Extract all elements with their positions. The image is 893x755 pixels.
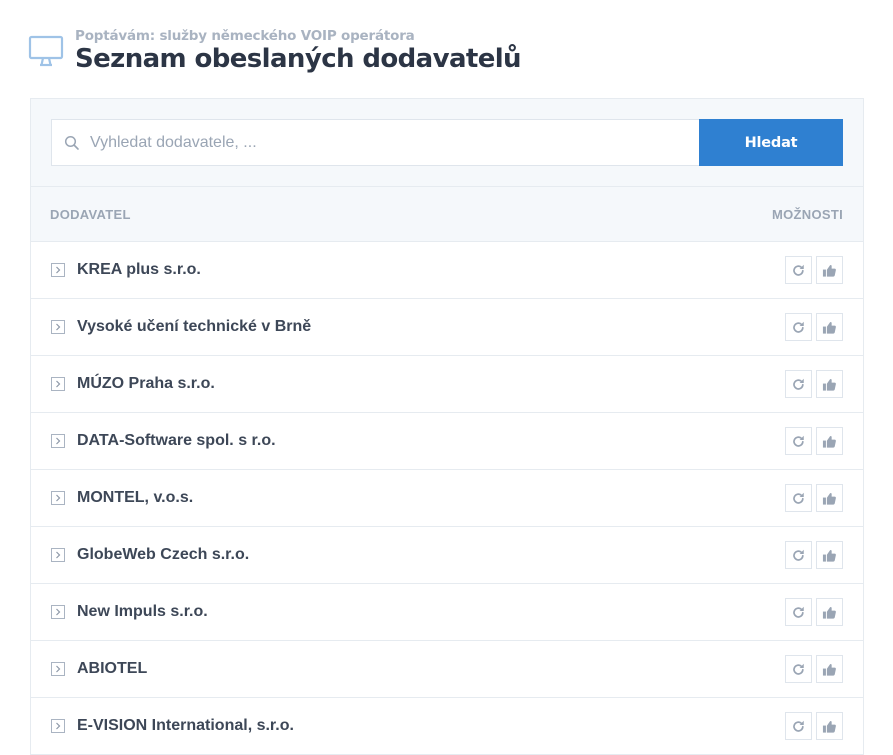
monitor-icon (28, 35, 64, 67)
approve-button[interactable] (816, 484, 843, 512)
page-subtitle: Poptávám: služby německého VOIP operátor… (75, 28, 415, 44)
resend-button[interactable] (785, 655, 812, 683)
resend-button[interactable] (785, 427, 812, 455)
row-actions (785, 427, 843, 455)
table-row: MONTEL, v.o.s. (31, 470, 863, 527)
chevron-right-box-icon[interactable] (51, 377, 65, 391)
approve-button[interactable] (816, 541, 843, 569)
supplier-name[interactable]: DATA-Software spol. s r.o. (77, 432, 276, 450)
thumbs-up-icon (822, 378, 836, 391)
header-text: Poptávám: služby německého VOIP operátor… (75, 27, 522, 74)
table-row: KREA plus s.r.o. (31, 242, 863, 299)
column-header-options: MOŽNOSTI (771, 206, 843, 222)
chevron-right-box-icon[interactable] (51, 662, 65, 676)
resend-button[interactable] (785, 541, 812, 569)
search-area: Hledat (31, 99, 863, 187)
refresh-icon (793, 606, 804, 618)
resend-button[interactable] (785, 484, 812, 512)
supplier-name[interactable]: KREA plus s.r.o. (77, 261, 201, 279)
supplier-name[interactable]: MÚZO Praha s.r.o. (77, 375, 215, 393)
row-left: KREA plus s.r.o. (51, 261, 201, 279)
row-left: Vysoké učení technické v Brně (51, 318, 311, 336)
row-left: E-VISION International, s.r.o. (51, 717, 294, 735)
refresh-icon (793, 264, 804, 276)
row-actions (785, 655, 843, 683)
approve-button[interactable] (816, 256, 843, 284)
refresh-icon (793, 321, 804, 333)
approve-button[interactable] (816, 598, 843, 626)
table-row: GlobeWeb Czech s.r.o. (31, 527, 863, 584)
supplier-name[interactable]: GlobeWeb Czech s.r.o. (77, 546, 249, 564)
row-actions (785, 484, 843, 512)
table-row: Vysoké učení technické v Brně (31, 299, 863, 356)
chevron-right-box-icon[interactable] (51, 434, 65, 448)
chevron-right-box-icon[interactable] (51, 491, 65, 505)
row-actions (785, 598, 843, 626)
thumbs-up-icon (822, 549, 836, 562)
row-actions (785, 541, 843, 569)
thumbs-up-icon (822, 606, 836, 619)
page-header: Poptávám: služby německého VOIP operátor… (28, 27, 522, 75)
table-row: E-VISION International, s.r.o. (31, 698, 863, 755)
chevron-right-box-icon[interactable] (51, 719, 65, 733)
list-header: DODAVATEL MOŽNOSTI (31, 187, 863, 242)
resend-button[interactable] (785, 313, 812, 341)
refresh-icon (793, 663, 804, 675)
approve-button[interactable] (816, 370, 843, 398)
chevron-right-box-icon[interactable] (51, 320, 65, 334)
thumbs-up-icon (822, 492, 836, 505)
table-row: MÚZO Praha s.r.o. (31, 356, 863, 413)
row-left: ABIOTEL (51, 660, 147, 678)
resend-button[interactable] (785, 370, 812, 398)
search-button[interactable]: Hledat (699, 119, 843, 166)
supplier-name[interactable]: ABIOTEL (77, 660, 147, 678)
supplier-list: KREA plus s.r.o. Vysoké učení technické (31, 242, 863, 755)
resend-button[interactable] (785, 598, 812, 626)
row-left: DATA-Software spol. s r.o. (51, 432, 276, 450)
row-actions (785, 313, 843, 341)
row-left: GlobeWeb Czech s.r.o. (51, 546, 249, 564)
approve-button[interactable] (816, 313, 843, 341)
table-row: New Impuls s.r.o. (31, 584, 863, 641)
search-input[interactable] (90, 127, 670, 158)
resend-button[interactable] (785, 712, 812, 740)
approve-button[interactable] (816, 655, 843, 683)
row-left: New Impuls s.r.o. (51, 603, 208, 621)
search-icon (64, 135, 79, 150)
thumbs-up-icon (822, 321, 836, 334)
row-actions (785, 712, 843, 740)
thumbs-up-icon (822, 264, 836, 277)
supplier-name[interactable]: Vysoké učení technické v Brně (77, 318, 311, 336)
row-left: MÚZO Praha s.r.o. (51, 375, 215, 393)
refresh-icon (793, 435, 804, 447)
table-row: DATA-Software spol. s r.o. (31, 413, 863, 470)
chevron-right-box-icon[interactable] (51, 605, 65, 619)
supplier-name[interactable]: MONTEL, v.o.s. (77, 489, 193, 507)
refresh-icon (793, 492, 804, 504)
chevron-right-box-icon[interactable] (51, 263, 65, 277)
refresh-icon (793, 720, 804, 732)
row-actions (785, 370, 843, 398)
chevron-right-box-icon[interactable] (51, 548, 65, 562)
supplier-name[interactable]: E-VISION International, s.r.o. (77, 717, 294, 735)
suppliers-panel: Hledat DODAVATEL MOŽNOSTI KREA plus s.r.… (30, 98, 864, 755)
resend-button[interactable] (785, 256, 812, 284)
approve-button[interactable] (816, 712, 843, 740)
thumbs-up-icon (822, 720, 836, 733)
table-row: ABIOTEL (31, 641, 863, 698)
thumbs-up-icon (822, 435, 836, 448)
refresh-icon (793, 378, 804, 390)
row-left: MONTEL, v.o.s. (51, 489, 193, 507)
approve-button[interactable] (816, 427, 843, 455)
refresh-icon (793, 549, 804, 561)
row-actions (785, 256, 843, 284)
page-title: Seznam obeslaných dodavatelů (75, 44, 522, 74)
supplier-name[interactable]: New Impuls s.r.o. (77, 603, 208, 621)
column-header-supplier: DODAVATEL (50, 206, 131, 222)
thumbs-up-icon (822, 663, 836, 676)
search-box (51, 119, 699, 166)
